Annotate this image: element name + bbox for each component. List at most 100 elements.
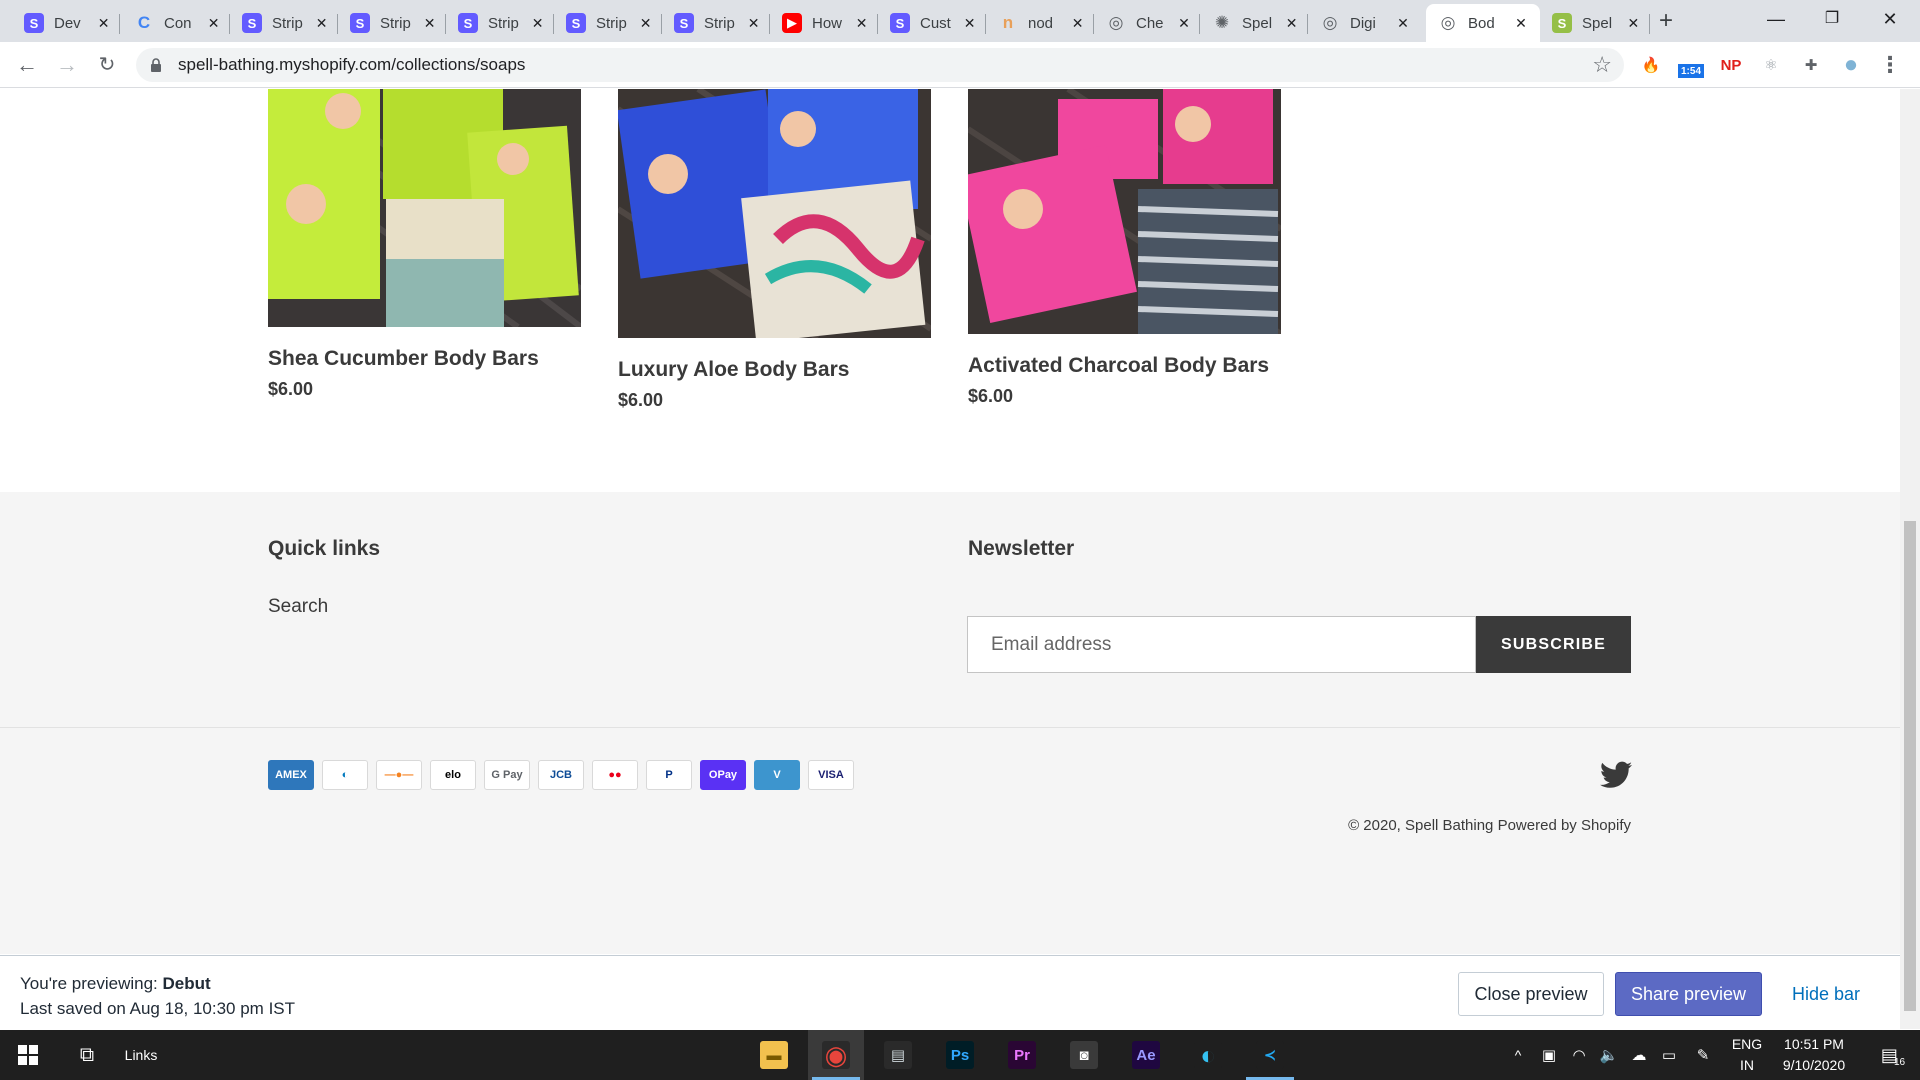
reload-icon[interactable]: ↻ xyxy=(92,50,122,80)
address-bar[interactable]: spell-bathing.myshopify.com/collections/… xyxy=(136,48,1624,82)
new-tab-button[interactable]: + xyxy=(1652,8,1680,36)
tab-close-icon[interactable]: ✕ xyxy=(1283,14,1300,32)
product-title[interactable]: Luxury Aloe Body Bars xyxy=(618,358,931,382)
browser-tab[interactable]: ◎ Bod ✕ xyxy=(1426,4,1540,42)
browser-tab[interactable]: S Strip ✕ xyxy=(662,4,770,42)
browser-tab[interactable]: S Spel ✕ xyxy=(1540,4,1650,42)
restore-button[interactable]: ❐ xyxy=(1804,0,1860,40)
browser-tab[interactable]: S Cust ✕ xyxy=(878,4,986,42)
product-card[interactable]: Luxury Aloe Body Bars $6.00 xyxy=(618,89,931,411)
wifi-icon[interactable]: ◠ xyxy=(1566,1030,1592,1080)
taskbar-app[interactable]: ◉ xyxy=(808,1030,864,1080)
timer-extension-icon[interactable]: 1:54 xyxy=(1678,64,1704,78)
language-indicator[interactable]: ENG IN xyxy=(1730,1034,1764,1076)
twitter-icon[interactable] xyxy=(1600,761,1632,789)
taskbar-app[interactable]: ▤ xyxy=(870,1030,926,1080)
battery-icon[interactable]: ▭ xyxy=(1656,1030,1682,1080)
tab-close-icon[interactable]: ✕ xyxy=(745,14,762,32)
links-toolbar[interactable]: Links xyxy=(118,1030,164,1080)
tab-title: Strip xyxy=(488,14,519,32)
profile-avatar-icon[interactable]: ● xyxy=(1838,51,1864,78)
tab-close-icon[interactable]: ✕ xyxy=(529,14,546,32)
shop-pay-payment-icon: OPay xyxy=(700,760,746,790)
tab-title: Strip xyxy=(596,14,627,32)
taskbar-app[interactable]: ≺ xyxy=(1242,1030,1298,1080)
tab-title: Dev xyxy=(54,14,81,32)
window-close-button[interactable]: ✕ xyxy=(1862,0,1918,40)
tab-close-icon[interactable]: ✕ xyxy=(313,14,330,32)
visa-payment-icon: VISA xyxy=(808,760,854,790)
product-title[interactable]: Activated Charcoal Body Bars xyxy=(968,354,1281,378)
email-address-input[interactable] xyxy=(967,616,1476,673)
browser-tab[interactable]: S Dev ✕ xyxy=(12,4,120,42)
tab-close-icon[interactable]: ✕ xyxy=(95,14,112,32)
tab-close-icon[interactable]: ✕ xyxy=(1625,14,1642,32)
page-scrollbar[interactable] xyxy=(1900,89,1920,1029)
product-card[interactable]: Activated Charcoal Body Bars $6.00 xyxy=(968,89,1281,407)
back-arrow-icon[interactable]: ← xyxy=(12,50,42,80)
scrollbar-thumb[interactable] xyxy=(1904,521,1916,1011)
hide-bar-link[interactable]: Hide bar xyxy=(1792,984,1860,1005)
powered-by-shopify-link[interactable]: Powered by Shopify xyxy=(1498,817,1631,834)
task-view-icon[interactable]: ⧉ xyxy=(62,1030,112,1080)
search-footer-link[interactable]: Search xyxy=(268,596,328,618)
browser-tab[interactable]: n nod ✕ xyxy=(986,4,1094,42)
browser-tab[interactable]: ✺ Spel ✕ xyxy=(1200,4,1308,42)
windows-start-icon[interactable] xyxy=(0,1030,56,1080)
tab-close-icon[interactable]: ✕ xyxy=(1176,14,1192,32)
system-clock[interactable]: 10:51 PM 9/10/2020 xyxy=(1764,1034,1864,1076)
action-center-icon[interactable]: ▤ 16 xyxy=(1870,1030,1916,1080)
minimize-button[interactable]: — xyxy=(1748,0,1804,40)
browser-tab[interactable]: S Strip ✕ xyxy=(338,4,446,42)
browser-tab[interactable]: ◎ Che ✕ xyxy=(1094,4,1200,42)
footer-divider xyxy=(0,727,1900,728)
clock-time: 10:51 PM xyxy=(1784,1036,1844,1052)
browser-tab[interactable]: ▶ How ✕ xyxy=(770,4,878,42)
tab-close-icon[interactable]: ✕ xyxy=(1069,14,1086,32)
close-preview-button[interactable]: Close preview xyxy=(1458,972,1604,1016)
show-hidden-icons-chevron-icon[interactable]: ^ xyxy=(1506,1030,1530,1080)
product-title[interactable]: Shea Cucumber Body Bars xyxy=(268,347,581,371)
product-image[interactable] xyxy=(968,89,1281,334)
store-name-link[interactable]: © 2020, Spell Bathing xyxy=(1348,817,1493,834)
onedrive-cloud-icon[interactable]: ☁ xyxy=(1626,1030,1652,1080)
taskbar-app[interactable]: ▬ xyxy=(746,1030,802,1080)
tab-close-icon[interactable]: ✕ xyxy=(637,14,654,32)
bookmark-star-icon[interactable]: ☆ xyxy=(1592,52,1612,78)
region-code: IN xyxy=(1740,1057,1754,1073)
notification-count: 16 xyxy=(1893,1056,1906,1068)
taskbar-app[interactable]: Ae xyxy=(1118,1030,1174,1080)
taskbar-app[interactable]: ◐ xyxy=(1180,1030,1236,1080)
menu-kebab-icon[interactable]: ⋮ xyxy=(1879,52,1901,78)
browser-tab[interactable]: S Strip ✕ xyxy=(554,4,662,42)
pen-workspace-icon[interactable]: ✎ xyxy=(1690,1030,1716,1080)
volume-icon[interactable]: 🔈 xyxy=(1596,1030,1622,1080)
tab-close-icon[interactable]: ✕ xyxy=(421,14,438,32)
product-image[interactable] xyxy=(268,89,581,327)
np-extension-icon[interactable]: NP xyxy=(1718,52,1744,78)
product-card[interactable]: Shea Cucumber Body Bars $6.00 xyxy=(268,89,581,400)
react-extension-icon[interactable]: ⚛ xyxy=(1758,52,1784,78)
subscribe-button[interactable]: SUBSCRIBE xyxy=(1476,616,1631,673)
taskbar-app[interactable]: ◙ xyxy=(1056,1030,1112,1080)
tab-close-icon[interactable]: ✕ xyxy=(1512,14,1530,32)
tab-close-icon[interactable]: ✕ xyxy=(205,14,222,32)
photoshop-icon: Ps xyxy=(946,1041,974,1069)
browser-tab[interactable]: S Strip ✕ xyxy=(446,4,554,42)
browser-tab[interactable]: C Con ✕ xyxy=(122,4,230,42)
tab-close-icon[interactable]: ✕ xyxy=(1394,14,1412,32)
browser-tab[interactable]: ◎ Digi ✕ xyxy=(1308,4,1426,42)
tab-close-icon[interactable]: ✕ xyxy=(961,14,978,32)
network-drive-icon[interactable]: ▣ xyxy=(1536,1030,1562,1080)
share-preview-button[interactable]: Share preview xyxy=(1615,972,1762,1016)
fire-extension-icon[interactable]: 🔥 xyxy=(1638,52,1664,78)
taskbar-app[interactable]: Ps xyxy=(932,1030,988,1080)
taskbar-app[interactable]: Pr xyxy=(994,1030,1050,1080)
tab-close-icon[interactable]: ✕ xyxy=(853,14,870,32)
browser-tab[interactable]: S Strip ✕ xyxy=(230,4,338,42)
copyright-text: © 2020, Spell Bathing Powered by Shopify xyxy=(1348,817,1631,834)
product-image[interactable] xyxy=(618,89,931,338)
stripe-icon: S xyxy=(674,13,694,33)
forward-arrow-icon[interactable]: → xyxy=(52,50,82,80)
puzzle-extensions-icon[interactable]: ✚ xyxy=(1798,52,1824,78)
